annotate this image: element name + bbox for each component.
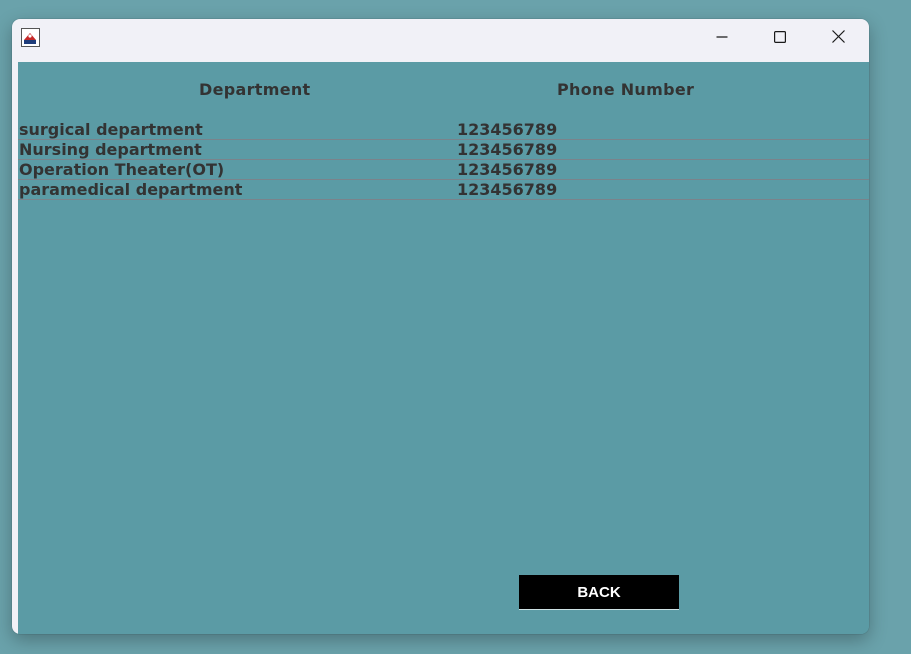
- column-header-phone-number[interactable]: Phone Number: [557, 80, 694, 99]
- back-button[interactable]: BACK: [519, 575, 679, 610]
- close-button[interactable]: [809, 19, 867, 56]
- column-header-department[interactable]: Department: [199, 80, 310, 99]
- department-panel: Department Phone Number surgical departm…: [18, 62, 869, 634]
- maximize-icon: [774, 28, 787, 47]
- table-header: Department Phone Number: [18, 62, 869, 119]
- maximize-button[interactable]: [751, 19, 809, 56]
- department-cell: Operation Theater(OT): [19, 160, 225, 179]
- department-cell: Nursing department: [19, 140, 202, 159]
- close-icon: [831, 28, 845, 47]
- phone-cell: 123456789: [457, 180, 558, 199]
- title-bar[interactable]: [12, 19, 869, 62]
- department-cell: surgical department: [19, 120, 203, 139]
- table-row[interactable]: surgical department 123456789: [18, 120, 869, 140]
- minimize-button[interactable]: [693, 19, 751, 56]
- minimize-icon: [716, 28, 728, 47]
- phone-cell: 123456789: [457, 140, 558, 159]
- department-table: surgical department 123456789 Nursing de…: [18, 120, 869, 200]
- phone-cell: 123456789: [457, 160, 558, 179]
- table-row[interactable]: paramedical department 123456789: [18, 180, 869, 200]
- table-row[interactable]: Nursing department 123456789: [18, 140, 869, 160]
- department-cell: paramedical department: [19, 180, 243, 199]
- java-app-icon: [21, 28, 40, 47]
- table-row[interactable]: Operation Theater(OT) 123456789: [18, 160, 869, 180]
- phone-cell: 123456789: [457, 120, 558, 139]
- app-window: Department Phone Number surgical departm…: [12, 19, 869, 634]
